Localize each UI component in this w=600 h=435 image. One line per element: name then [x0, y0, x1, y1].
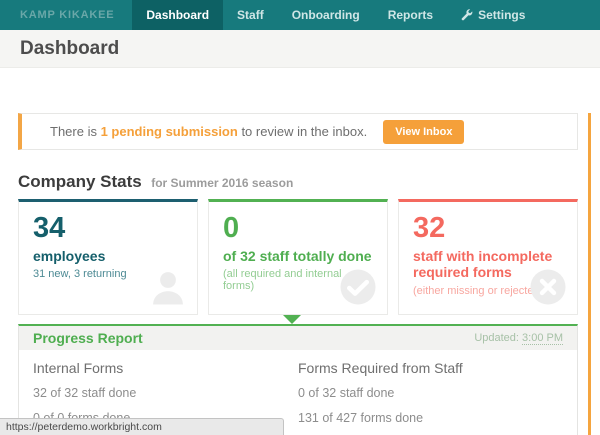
progress-report-title: Progress Report [33, 330, 143, 346]
employees-label: employees [33, 248, 183, 264]
person-icon [147, 266, 189, 308]
nav-tab-staff[interactable]: Staff [223, 0, 278, 30]
top-navigation: KAMP KIKAKEE Dashboard Staff Onboarding … [0, 0, 600, 30]
stat-card-employees: 34 employees 31 new, 3 returning [18, 199, 198, 315]
main-content: There is 1 pending submission to review … [18, 113, 578, 435]
nav-tab-dashboard[interactable]: Dashboard [132, 0, 223, 30]
page-title: Dashboard [20, 38, 119, 60]
nav-tab-onboarding[interactable]: Onboarding [278, 0, 374, 30]
required-forms-title: Forms Required from Staff [298, 360, 563, 376]
progress-report-header: Progress Report Updated: 3:00 PM [19, 326, 577, 350]
alert-text-after: to review in the inbox. [238, 124, 367, 139]
orange-stripe-divider [588, 113, 591, 435]
nav-tab-dashboard-label: Dashboard [146, 8, 209, 22]
stat-cards: 34 employees 31 new, 3 returning 0 of 32… [18, 199, 578, 315]
required-forms-column: Forms Required from Staff 0 of 32 staff … [298, 360, 563, 425]
totally-done-label: of 32 staff totally done [223, 248, 373, 264]
check-circle-icon [337, 266, 379, 308]
nav-tab-settings[interactable]: Settings [447, 0, 539, 30]
totally-done-count: 0 [223, 212, 373, 245]
alert-text-before: There is [50, 124, 101, 139]
nav-tab-onboarding-label: Onboarding [292, 8, 360, 22]
company-stats-subtitle: for Summer 2016 season [151, 176, 293, 190]
x-circle-icon [527, 266, 569, 308]
incomplete-forms-count: 32 [413, 212, 563, 245]
internal-forms-staff-done: 32 of 32 staff done [33, 386, 298, 400]
browser-status-bar: https://peterdemo.workbright.com [0, 418, 284, 435]
employees-count: 34 [33, 212, 183, 245]
nav-tab-reports[interactable]: Reports [374, 0, 447, 30]
company-stats-title: Company Stats [18, 172, 142, 191]
internal-forms-title: Internal Forms [33, 360, 298, 376]
progress-updated: Updated: 3:00 PM [474, 332, 563, 344]
progress-updated-time[interactable]: 3:00 PM [522, 332, 563, 345]
stat-card-incomplete-forms: 32 staff with incomplete required forms … [398, 199, 578, 315]
brand-logo[interactable]: KAMP KIKAKEE [0, 0, 132, 30]
progress-updated-label: Updated: [474, 332, 522, 344]
nav-tab-staff-label: Staff [237, 8, 264, 22]
internal-forms-column: Internal Forms 32 of 32 staff done 0 of … [33, 360, 298, 425]
view-inbox-button[interactable]: View Inbox [383, 120, 464, 144]
company-stats-heading: Company Stats for Summer 2016 season [18, 172, 578, 192]
required-forms-staff-done: 0 of 32 staff done [298, 386, 563, 400]
pending-submission-alert: There is 1 pending submission to review … [18, 113, 578, 150]
required-forms-forms-done: 131 of 427 forms done [298, 411, 563, 425]
nav-tab-reports-label: Reports [388, 8, 433, 22]
wrench-icon [461, 9, 473, 21]
alert-text: There is 1 pending submission to review … [50, 124, 367, 139]
stat-card-totally-done: 0 of 32 staff totally done (all required… [208, 199, 388, 315]
alert-highlight: 1 pending submission [101, 124, 238, 139]
nav-tab-settings-label: Settings [478, 8, 525, 22]
progress-arrow-icon [283, 315, 301, 324]
page-header: Dashboard [0, 30, 600, 68]
